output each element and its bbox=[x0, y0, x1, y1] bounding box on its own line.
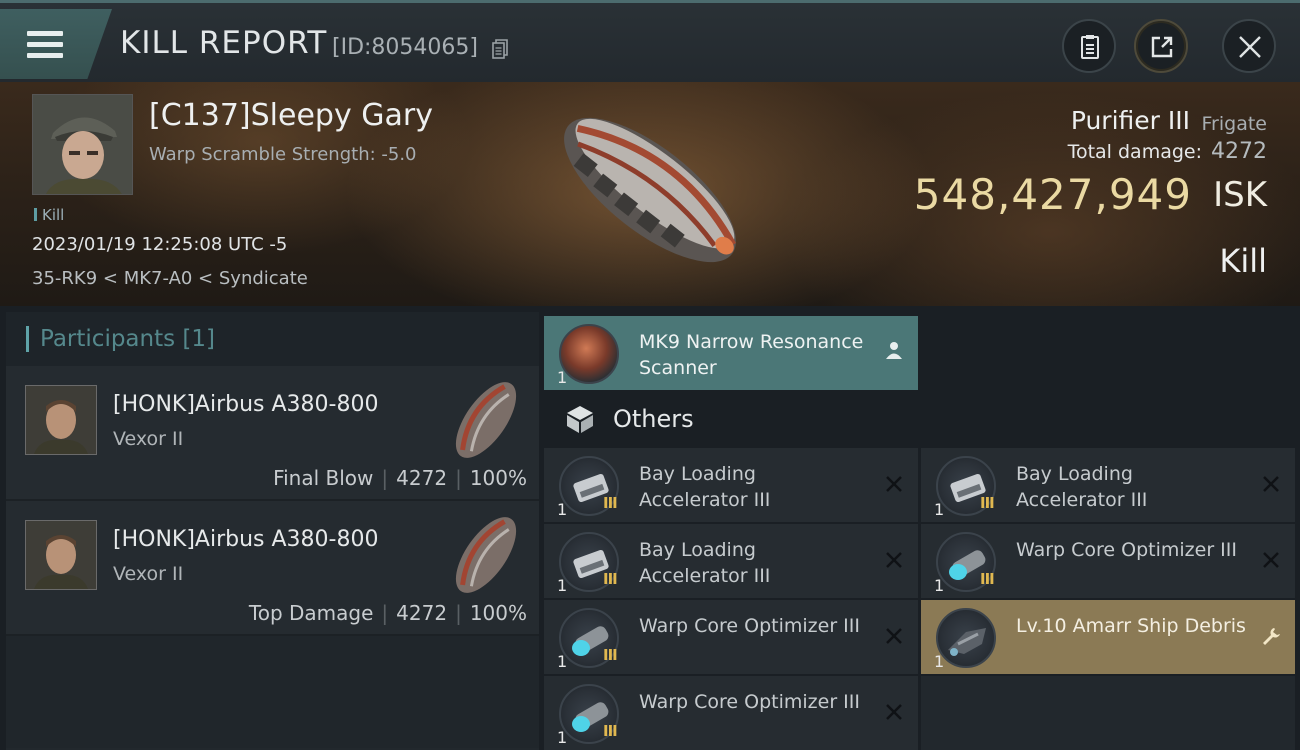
hamburger-icon bbox=[27, 31, 63, 59]
item-quantity: 1 bbox=[557, 500, 568, 519]
item-label: MK9 Narrow Resonance Scanner bbox=[639, 331, 864, 379]
destroyed-x-icon bbox=[886, 628, 902, 644]
participant-ship: Vexor II bbox=[113, 428, 184, 450]
participant-avatar bbox=[25, 385, 97, 455]
participant-damage: 4272 bbox=[396, 466, 448, 490]
item-label: Warp Core Optimizer III bbox=[1016, 539, 1237, 561]
item-bay-loading-accelerator[interactable]: 1 III Bay Loading Accelerator III bbox=[921, 448, 1295, 522]
wrench-icon[interactable] bbox=[1261, 626, 1281, 646]
participant-card[interactable]: [HONK]Airbus A380-800 Vexor II Final Blo… bbox=[6, 366, 539, 501]
item-quantity: 1 bbox=[934, 500, 945, 519]
item-label: Bay Loading Accelerator III bbox=[639, 463, 771, 511]
kill-tag: Kill bbox=[34, 206, 64, 224]
item-tier: III bbox=[603, 722, 618, 740]
item-quantity: 1 bbox=[557, 576, 568, 595]
destroyed-x-icon bbox=[886, 476, 902, 492]
person-icon[interactable] bbox=[884, 340, 904, 360]
item-quantity: 1 bbox=[557, 652, 568, 671]
participant-card[interactable]: [HONK]Airbus A380-800 Vexor II Top Damag… bbox=[6, 501, 539, 636]
ship-image bbox=[564, 117, 736, 263]
clipboard-icon bbox=[1081, 35, 1099, 59]
item-label: Warp Core Optimizer III bbox=[639, 615, 860, 637]
victim-name[interactable]: [C137]Sleepy Gary bbox=[149, 98, 433, 133]
participant-damage: 4272 bbox=[396, 601, 448, 625]
item-warp-core-optimizer[interactable]: 1 III Warp Core Optimizer III bbox=[544, 676, 918, 750]
menu-button[interactable] bbox=[0, 9, 112, 79]
participants-panel: Participants [1] [HONK]Airbus A380-800 V… bbox=[6, 312, 539, 750]
others-section-header: Others bbox=[544, 392, 918, 446]
scanner-icon bbox=[559, 324, 619, 384]
item-tier: III bbox=[603, 494, 618, 512]
participant-ship-image bbox=[455, 517, 517, 593]
item-bay-loading-accelerator[interactable]: 1 III Bay Loading Accelerator III bbox=[544, 524, 918, 598]
participants-empty-space bbox=[6, 636, 539, 748]
participant-role: Top Damage bbox=[248, 601, 374, 625]
log-button[interactable] bbox=[1062, 19, 1116, 73]
item-tier: III bbox=[980, 570, 995, 588]
report-id: [ID:8054065] bbox=[332, 35, 478, 60]
share-button[interactable] bbox=[1134, 19, 1188, 73]
item-quantity: 1 bbox=[557, 728, 568, 747]
participant-stats: Top Damage | 4272 | 100% bbox=[248, 601, 527, 625]
copy-icon[interactable] bbox=[492, 39, 508, 59]
participant-ship-image bbox=[455, 382, 517, 458]
participant-ship: Vexor II bbox=[113, 563, 184, 585]
participants-count: [1] bbox=[182, 326, 216, 352]
participant-percent: 100% bbox=[469, 601, 527, 625]
empty-item-slot bbox=[921, 676, 1295, 750]
participant-percent: 100% bbox=[469, 466, 527, 490]
item-scanner[interactable]: 1 MK9 Narrow Resonance Scanner bbox=[544, 316, 918, 390]
item-tier: III bbox=[980, 494, 995, 512]
others-label: Others bbox=[613, 405, 694, 433]
ship-debris-icon bbox=[936, 608, 996, 668]
item-bay-loading-accelerator[interactable]: 1 III Bay Loading Accelerator III bbox=[544, 448, 918, 522]
item-warp-core-optimizer[interactable]: 1 III Warp Core Optimizer III bbox=[544, 600, 918, 674]
total-damage-value: 4272 bbox=[1211, 139, 1267, 164]
participant-stats: Final Blow | 4272 | 100% bbox=[273, 466, 527, 490]
participant-name[interactable]: [HONK]Airbus A380-800 bbox=[113, 392, 378, 417]
item-tier: III bbox=[603, 570, 618, 588]
participants-header: Participants [1] bbox=[6, 312, 539, 366]
close-icon bbox=[1239, 36, 1261, 58]
destroyed-x-icon bbox=[886, 552, 902, 568]
pilot-portrait-icon bbox=[33, 95, 132, 194]
item-label: Lv.10 Amarr Ship Debris bbox=[1016, 615, 1246, 637]
ship-class: Frigate bbox=[1201, 113, 1267, 135]
isk-unit: ISK bbox=[1213, 175, 1267, 215]
victim-banner: [C137]Sleepy Gary Warp Scramble Strength… bbox=[0, 82, 1300, 306]
kill-location[interactable]: 35-RK9 < MK7-A0 < Syndicate bbox=[32, 268, 308, 289]
item-ship-debris[interactable]: 1 Lv.10 Amarr Ship Debris bbox=[921, 600, 1295, 674]
item-quantity: 1 bbox=[934, 652, 945, 671]
item-label: Warp Core Optimizer III bbox=[639, 691, 860, 713]
close-button[interactable] bbox=[1222, 19, 1276, 73]
kill-datetime: 2023/01/19 12:25:08 UTC -5 bbox=[32, 234, 288, 255]
victim-portrait[interactable] bbox=[32, 94, 133, 195]
participant-avatar bbox=[25, 520, 97, 590]
participants-title: Participants bbox=[40, 326, 176, 352]
items-panel: 1 MK9 Narrow Resonance Scanner Others 1 … bbox=[544, 312, 1300, 750]
item-quantity: 1 bbox=[557, 368, 568, 387]
item-label: Bay Loading Accelerator III bbox=[639, 539, 771, 587]
share-icon bbox=[1151, 36, 1173, 58]
item-warp-core-optimizer[interactable]: 1 III Warp Core Optimizer III bbox=[921, 524, 1295, 598]
participant-name[interactable]: [HONK]Airbus A380-800 bbox=[113, 527, 378, 552]
item-label: Bay Loading Accelerator III bbox=[1016, 463, 1148, 511]
destroyed-x-icon bbox=[886, 704, 902, 720]
isk-value: 548,427,949 bbox=[913, 170, 1192, 219]
destroyed-x-icon bbox=[1263, 476, 1279, 492]
participant-role: Final Blow bbox=[273, 466, 374, 490]
destroyed-x-icon bbox=[1263, 552, 1279, 568]
item-quantity: 1 bbox=[934, 576, 945, 595]
item-tier: III bbox=[603, 646, 618, 664]
ship-name[interactable]: Purifier III bbox=[1071, 106, 1190, 135]
cube-icon bbox=[567, 406, 593, 433]
kill-result: Kill bbox=[1219, 242, 1267, 280]
total-damage-label: Total damage: bbox=[1067, 141, 1202, 163]
header-bar: KILL REPORT [ID:8054065] bbox=[0, 0, 1300, 82]
warp-scramble-strength: Warp Scramble Strength: -5.0 bbox=[149, 144, 417, 165]
page-title: KILL REPORT bbox=[120, 25, 328, 61]
